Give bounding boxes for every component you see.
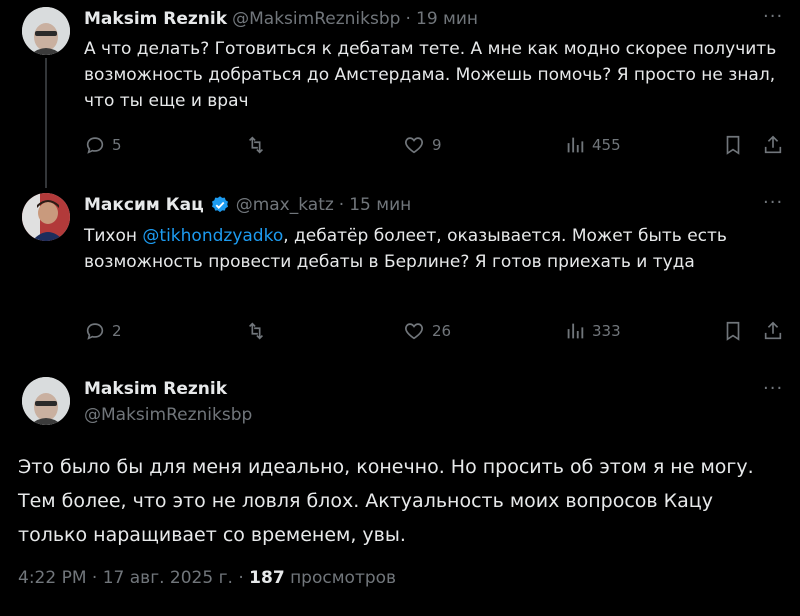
author-name[interactable]: Maksim Reznik [84, 379, 227, 399]
retweet-icon [248, 136, 264, 154]
retweet-button[interactable] [244, 134, 268, 156]
views-button[interactable]: 333 [564, 320, 621, 342]
views-icon [567, 137, 584, 153]
like-button[interactable]: 9 [402, 134, 442, 156]
views-icon [567, 323, 584, 339]
reply-icon [86, 137, 104, 154]
main-tweet-text: Это было бы для меня идеально, конечно. … [18, 456, 754, 546]
reply-count: 2 [112, 322, 122, 340]
views-button[interactable]: 455 [564, 134, 621, 156]
author-name[interactable]: Maksim Reznik [84, 9, 227, 29]
more-options-button[interactable]: ··· [763, 6, 783, 27]
tweet-text: А что делать? Готовиться к дебатам тете.… [84, 39, 777, 111]
author-handle[interactable]: @max_katz [236, 195, 334, 215]
tweet-actions: 5 9 455 [84, 134, 788, 158]
dot-separator: · [338, 195, 345, 215]
author-name[interactable]: Максим Кац [84, 195, 204, 215]
like-count: 26 [432, 322, 452, 340]
more-options-button[interactable]: ··· [763, 192, 783, 213]
meta-separator: · [238, 568, 244, 588]
author-handle[interactable]: @MaksimRezniksbp [84, 405, 252, 425]
reply-button[interactable]: 5 [84, 134, 122, 156]
post-time[interactable]: 4:22 PM [18, 568, 87, 588]
reply-icon [86, 323, 104, 340]
meta-separator: · [91, 568, 98, 588]
heart-icon [405, 137, 423, 154]
views-label: просмотров [290, 568, 397, 588]
views-count: 187 [249, 568, 285, 588]
more-options-button[interactable]: ··· [763, 378, 783, 399]
bookmark-button[interactable] [722, 320, 744, 342]
share-icon [764, 321, 782, 340]
tweet-text-prefix: Тихон [84, 226, 143, 246]
retweet-icon [248, 322, 264, 340]
tweet-text: Тихон @tikhondzyadko, дебатёр болеет, ок… [84, 223, 784, 275]
share-icon [764, 135, 782, 154]
bookmark-icon [726, 321, 740, 341]
dot-separator: · [405, 9, 411, 29]
bookmark-button[interactable] [722, 134, 744, 156]
tweet-meta: 4:22 PM · 17 авг. 2025 г. · 187 просмотр… [18, 568, 396, 588]
post-date[interactable]: 17 авг. 2025 г. [103, 568, 233, 588]
author-handle[interactable]: @MaksimRezniksbp [232, 9, 400, 29]
avatar[interactable] [22, 377, 70, 425]
avatar[interactable] [22, 193, 70, 241]
tweet-header: Максим Кац @max_katz · 15 мин [84, 195, 411, 215]
thread-connector [45, 58, 47, 188]
tweet-header: Maksim Reznik @MaksimRezniksbp · 19 мин [84, 9, 478, 29]
reply-count: 5 [112, 136, 122, 154]
verified-badge-icon [211, 196, 228, 213]
tweet-time[interactable]: 19 мин [416, 9, 478, 29]
tweet-time[interactable]: 15 мин [349, 195, 411, 215]
tweet-actions: 2 26 333 [84, 320, 788, 344]
views-count: 455 [592, 136, 621, 154]
like-button[interactable]: 26 [402, 320, 451, 342]
like-count: 9 [432, 136, 442, 154]
bookmark-icon [726, 135, 740, 155]
retweet-button[interactable] [244, 320, 268, 342]
reply-button[interactable]: 2 [84, 320, 122, 342]
share-button[interactable] [762, 134, 784, 156]
mention-link[interactable]: @tikhondzyadko [142, 226, 283, 246]
share-button[interactable] [762, 320, 784, 342]
views-count: 333 [592, 322, 621, 340]
heart-icon [405, 323, 423, 340]
avatar[interactable] [22, 7, 70, 55]
